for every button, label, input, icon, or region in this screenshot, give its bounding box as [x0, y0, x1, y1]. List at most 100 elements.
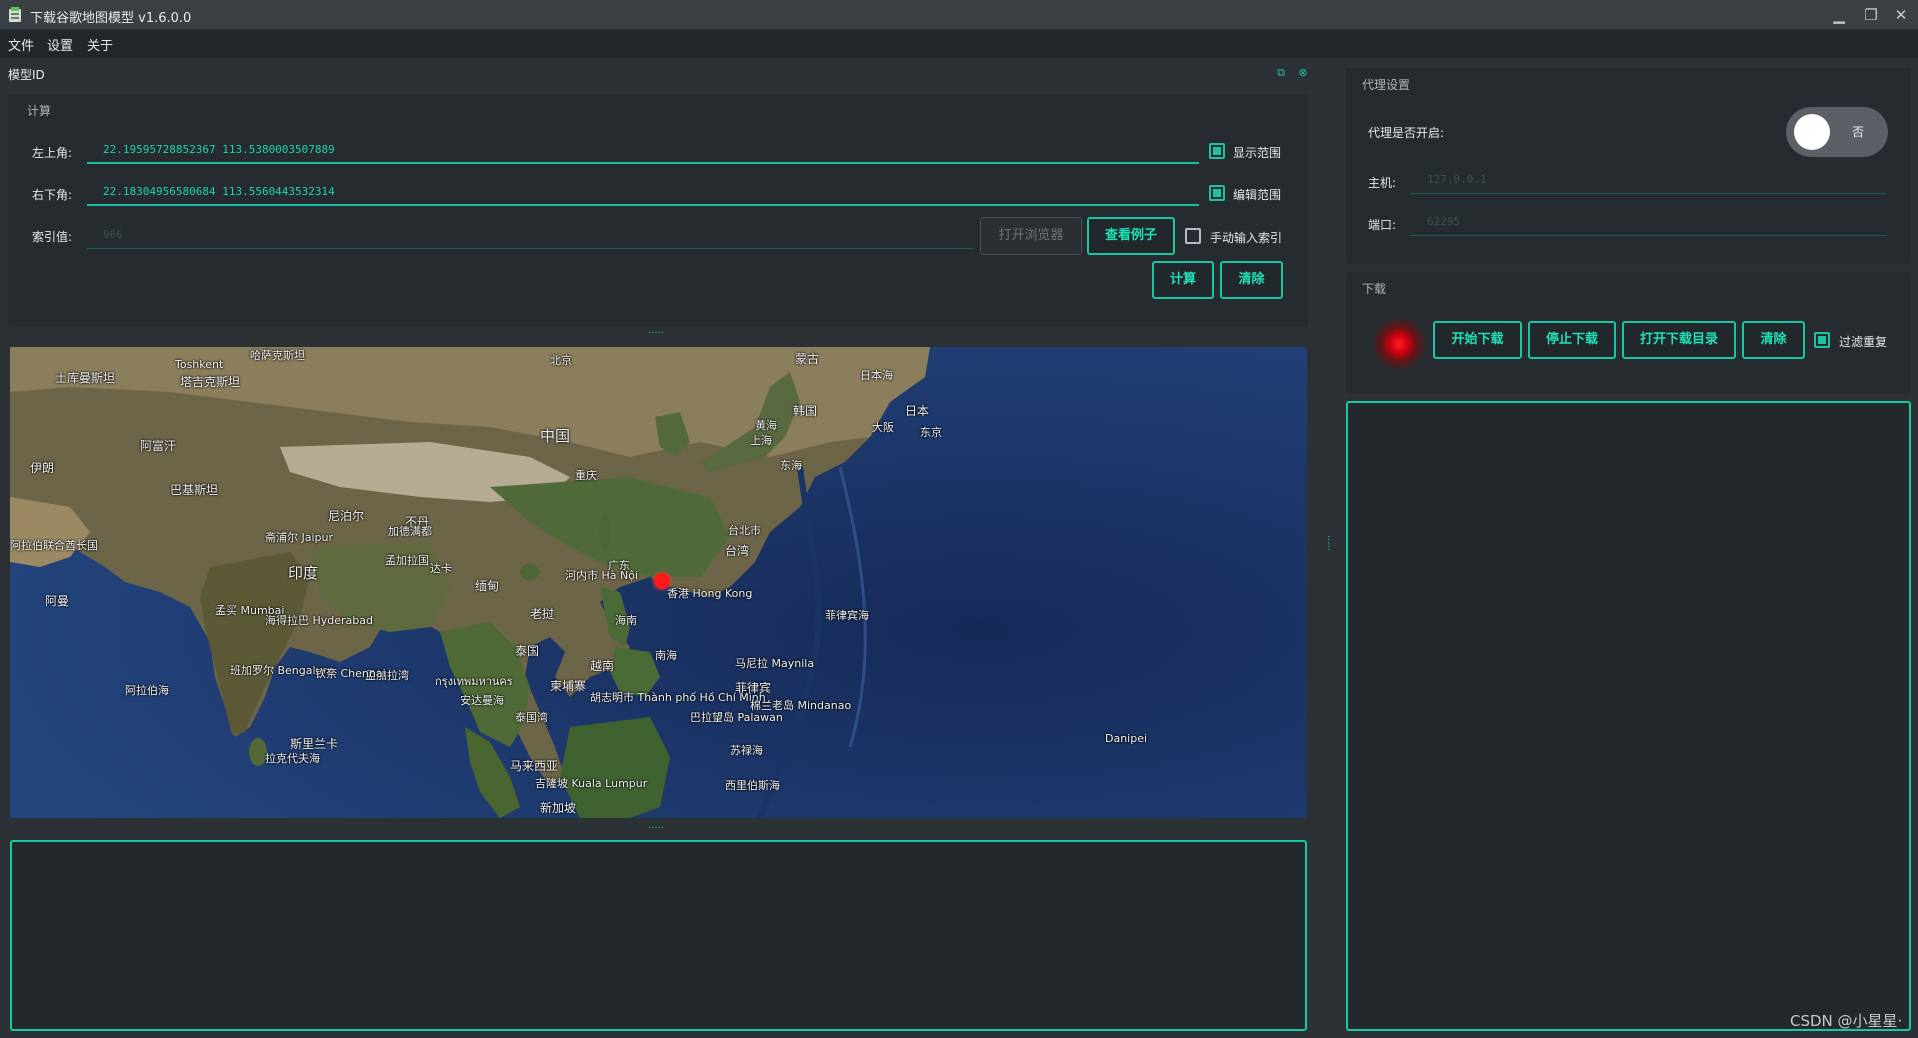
- stop-download-button[interactable]: 停止下载: [1528, 321, 1616, 359]
- map-label-hainan: 海南: [615, 614, 637, 627]
- map-label-gulf-of-thailand: 泰国湾: [515, 711, 548, 724]
- app-icon: [9, 7, 21, 22]
- bottom-right-input[interactable]: 22.18304956580684 113.5560443532314: [87, 178, 1199, 206]
- map-label-bangladesh: 孟加拉国: [385, 554, 429, 567]
- log-output-left[interactable]: [10, 840, 1307, 1031]
- port-label: 端口:: [1368, 218, 1397, 232]
- map-label-singapore: 新加坡: [540, 801, 577, 815]
- map-label-beijing: 北京: [550, 354, 572, 367]
- menu-file[interactable]: 文件: [8, 35, 34, 54]
- index-placeholder: 966: [103, 228, 123, 241]
- proxy-toggle[interactable]: 否: [1786, 107, 1888, 157]
- map-label-laos: 老挝: [530, 607, 555, 621]
- map-label-sulu-sea: 苏禄海: [730, 744, 763, 757]
- map-label-mongolia: 蒙古: [795, 352, 820, 366]
- port-input[interactable]: 62295: [1411, 208, 1887, 236]
- map-label-east-sea: 东海: [780, 459, 802, 472]
- map-label-hongkong: 香港 Hong Kong: [667, 587, 753, 600]
- map-label-south-china-sea: 南海: [655, 649, 677, 662]
- top-left-label: 左上角:: [32, 146, 73, 160]
- map-label-iran: 伊朗: [30, 461, 55, 475]
- host-input[interactable]: 127.0.0.1: [1411, 166, 1887, 194]
- window-title: 下载谷歌地图模型 v1.6.0.0: [30, 11, 192, 26]
- splitter-handle-bottom[interactable]: ·····: [648, 823, 664, 834]
- map-label-turkmenistan: 土库曼斯坦: [55, 371, 116, 385]
- map-label-china: 中国: [540, 427, 571, 445]
- proxy-group-title: 代理设置: [1362, 78, 1411, 92]
- map-label-tokyo: 东京: [920, 426, 942, 439]
- log-output-right[interactable]: [1346, 401, 1911, 1031]
- map-label-andaman-sea: 安达曼海: [460, 694, 504, 707]
- map-label-osaka: 大阪: [872, 421, 894, 434]
- map-label-palawan: 巴拉望岛 Palawan: [690, 711, 783, 724]
- map-label-celebes-sea: 西里伯斯海: [725, 779, 780, 792]
- watermark: CSDN @小星星·: [1790, 1012, 1903, 1030]
- map-label-korea: 韩国: [793, 404, 818, 418]
- view-example-button[interactable]: 查看例子: [1087, 217, 1175, 255]
- map-label-india: 印度: [288, 564, 319, 582]
- filter-duplicates-label: 过滤重复: [1839, 335, 1888, 349]
- close-button[interactable]: ✕: [1888, 4, 1914, 26]
- map-view[interactable]: Toshkent 土库曼斯坦 塔吉克斯坦 哈萨克斯坦 北京 阿富汗 伊朗 巴基斯…: [10, 347, 1307, 818]
- menu-about[interactable]: 关于: [87, 35, 113, 54]
- map-label-kathmandu: 加德满都: [388, 525, 432, 538]
- open-browser-button[interactable]: 打开浏览器: [980, 217, 1082, 255]
- map-label-oman: 阿曼: [45, 594, 70, 608]
- title-bar: 下载谷歌地图模型 v1.6.0.0 ▁ ❐ ✕: [0, 0, 1918, 30]
- map-label-chennai: 钦奈 Chennai: [315, 667, 386, 680]
- splitter-handle-top[interactable]: ·····: [648, 328, 664, 339]
- download-clear-button[interactable]: 清除: [1742, 321, 1805, 359]
- map-label-thailand: 泰国: [515, 644, 540, 658]
- map-label-manila: 马尼拉 Maynila: [735, 657, 815, 670]
- bottom-right-label: 右下角:: [32, 188, 73, 202]
- map-label-kuala-lumpur: 吉隆坡 Kuala Lumpur: [535, 777, 648, 790]
- map-label-malaysia: 马来西亚: [510, 759, 559, 773]
- show-range-label: 显示范围: [1233, 146, 1282, 160]
- close-dock-icon[interactable]: ⊗: [1296, 66, 1310, 80]
- calc-group-title: 计算: [27, 104, 52, 118]
- menu-settings[interactable]: 设置: [47, 35, 73, 54]
- map-label-uae: 阿拉伯联合酋长国: [10, 539, 98, 552]
- dock-title: 模型ID: [8, 68, 45, 82]
- splitter-handle-vertical[interactable]: ·····: [1322, 535, 1333, 551]
- download-status-indicator: [1372, 317, 1426, 371]
- location-marker[interactable]: [654, 573, 670, 589]
- proxy-enabled-label: 代理是否开启:: [1368, 126, 1445, 140]
- map-label-sea-of-japan: 日本海: [860, 369, 893, 382]
- map-label-hyderabad: 海得拉巴 Hyderabad: [265, 614, 373, 627]
- index-input[interactable]: 966: [87, 221, 974, 249]
- download-group-title: 下载: [1362, 282, 1387, 296]
- manual-index-label: 手动输入索引: [1210, 231, 1283, 245]
- host-label: 主机:: [1368, 176, 1397, 190]
- calc-panel: [8, 94, 1308, 326]
- map-label-taiwan: 台湾: [725, 544, 750, 558]
- edit-range-label: 编辑范围: [1233, 188, 1282, 202]
- filter-duplicates-checkbox[interactable]: [1814, 332, 1830, 348]
- start-download-button[interactable]: 开始下载: [1433, 321, 1522, 359]
- map-label-cambodia: 柬埔寨: [550, 679, 587, 693]
- top-left-input[interactable]: 22.19595728852367 113.5380003507889: [87, 136, 1199, 164]
- map-label-laccadive-sea: 拉克代夫海: [265, 752, 320, 765]
- menu-bar: 文件 设置 关于: [0, 30, 1918, 58]
- map-label-shanghai: 上海: [750, 434, 772, 447]
- map-label-dhaka: 达卡: [430, 562, 452, 575]
- map-label-taipei: 台北市: [728, 524, 761, 537]
- map-label-yellow-sea: 黄海: [755, 419, 777, 432]
- map-label-nepal: 尼泊尔: [328, 509, 365, 523]
- map-label-bangkok: กรุงเทพมหานคร: [435, 675, 513, 688]
- restore-button[interactable]: ❐: [1858, 4, 1884, 26]
- show-range-checkbox[interactable]: [1209, 143, 1225, 159]
- map-label-philippines: 菲律宾: [735, 681, 772, 695]
- minimize-button[interactable]: ▁: [1826, 4, 1852, 26]
- open-download-dir-button[interactable]: 打开下载目录: [1622, 321, 1736, 359]
- host-placeholder: 127.0.0.1: [1427, 173, 1487, 186]
- edit-range-checkbox[interactable]: [1209, 185, 1225, 201]
- manual-index-checkbox[interactable]: [1185, 228, 1201, 244]
- map-label-afghanistan: 阿富汗: [140, 439, 177, 453]
- map-label-chongqing: 重庆: [575, 469, 597, 482]
- float-icon[interactable]: ⧉: [1274, 66, 1288, 80]
- compute-button[interactable]: 计算: [1152, 261, 1214, 299]
- map-label-japan: 日本: [905, 404, 930, 418]
- map-label-tajikistan: 塔吉克斯坦: [180, 375, 241, 389]
- calc-clear-button[interactable]: 清除: [1220, 261, 1283, 299]
